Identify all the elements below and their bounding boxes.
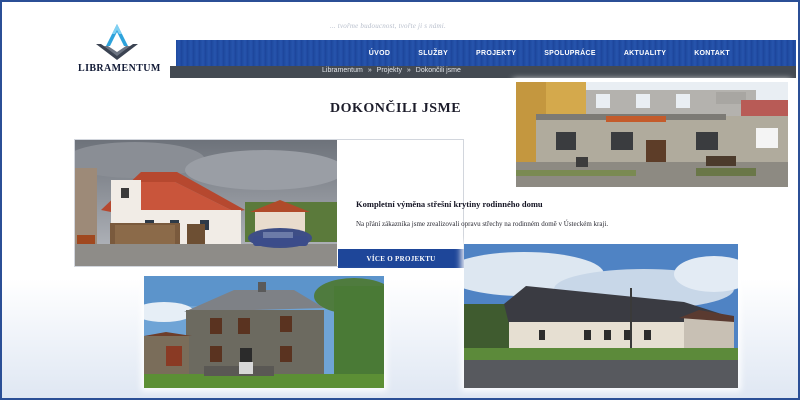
project-photo-roof[interactable] [75, 140, 337, 266]
breadcrumb-item-projects[interactable]: Projekty [377, 67, 402, 74]
page-title: DOKONČILI JSME [330, 101, 462, 116]
project-photo-stone-house[interactable] [144, 276, 384, 388]
nav-item-aktuality[interactable]: AKTUALITY [624, 50, 666, 57]
breadcrumb: Libramentum » Projekty » Dokončili jsme [322, 67, 464, 74]
site-logo[interactable]: LIBRAMENTUM [8, 10, 176, 78]
breadcrumb-separator: » [406, 67, 411, 74]
compass-square-icon [96, 24, 138, 60]
breadcrumb-item-current: Dokončili jsme [415, 67, 461, 74]
project-photo-reconstruction[interactable] [516, 82, 788, 187]
screenshot-frame: ... tvořme budoucnost, tvořte ji s námi.… [0, 0, 800, 400]
nav-item-kontakt[interactable]: KONTAKT [694, 50, 730, 57]
nav-item-sluzby[interactable]: SLUŽBY [418, 50, 448, 57]
breadcrumb-item-home[interactable]: Libramentum [322, 67, 363, 74]
breadcrumb-separator: » [367, 67, 372, 74]
project-detail-button[interactable]: VÍCE O PROJEKTU [338, 249, 464, 268]
main-navigation: ÚVOD SLUŽBY PROJEKTY SPOLUPRÁCE AKTUALIT… [152, 40, 796, 66]
project-title[interactable]: Kompletní výměna střešní krytiny rodinné… [356, 199, 543, 209]
tagline: ... tvořme budoucnost, tvořte ji s námi. [330, 22, 446, 30]
nav-item-spoluprace[interactable]: SPOLUPRÁCE [544, 50, 596, 57]
nav-item-projekty[interactable]: PROJEKTY [476, 50, 516, 57]
project-description: Na přání zákazníka jsme zrealizovali opr… [356, 220, 609, 228]
nav-items: ÚVOD SLUŽBY PROJEKTY SPOLUPRÁCE AKTUALIT… [341, 40, 730, 66]
nav-item-uvod[interactable]: ÚVOD [369, 50, 390, 57]
brand-name: LIBRAMENTUM [78, 63, 161, 74]
breadcrumb-bar: Libramentum » Projekty » Dokončili jsme [170, 66, 796, 78]
project-photo-long-house[interactable] [464, 244, 738, 388]
